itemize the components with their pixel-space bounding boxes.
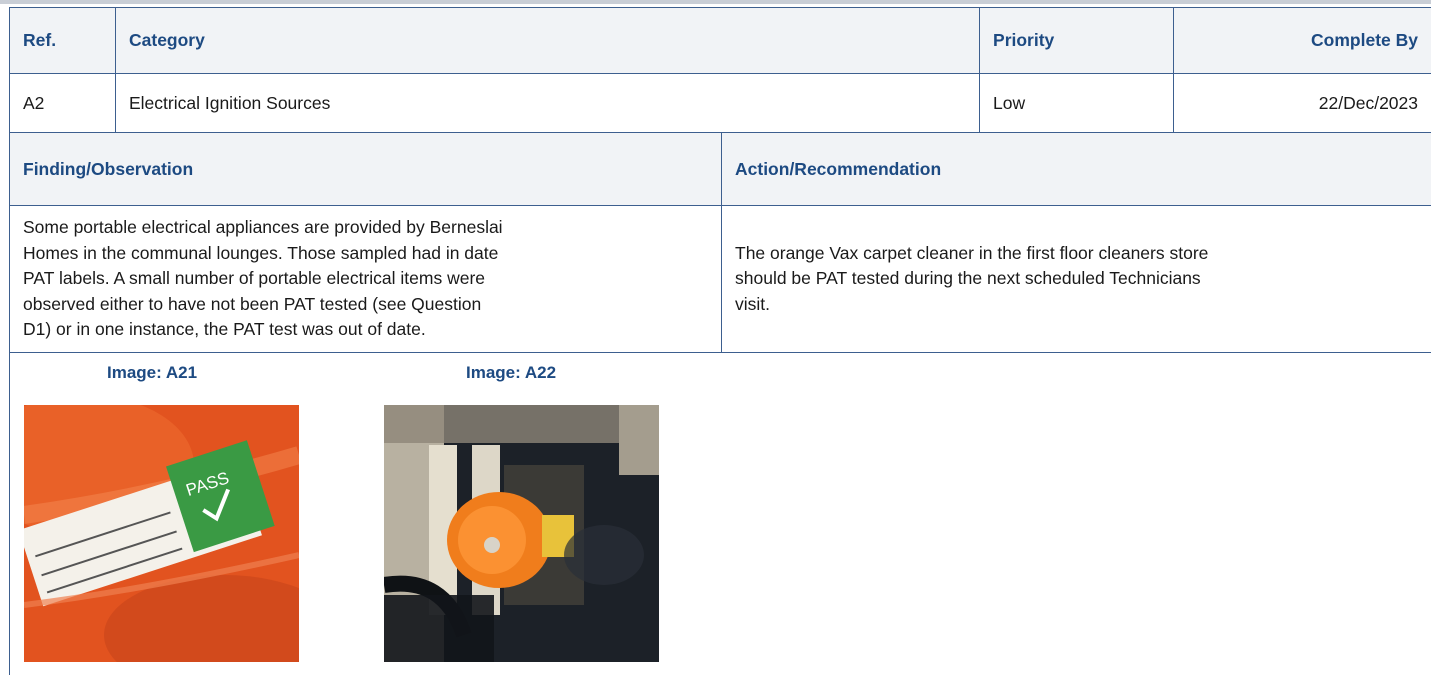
category-header: Category [114, 7, 981, 74]
finding-action-body-row: Some portable electrical appliances are … [9, 205, 1431, 353]
action-text: The orange Vax carpet cleaner in the fir… [720, 205, 1431, 353]
photo-a22-vax-cleaner[interactable] [384, 405, 659, 662]
action-header: Action/Recommendation [720, 132, 1431, 206]
action-line: The orange Vax carpet cleaner in the fir… [735, 242, 1209, 263]
category-value: Electrical Ignition Sources [114, 73, 981, 133]
finding-line: Homes in the communal lounges. Those sam… [23, 242, 499, 263]
finding-line: observed either to have not been PAT tes… [23, 293, 482, 314]
photo-a21-pat-label[interactable]: PASS [24, 405, 299, 662]
action-item-table: Ref. Category Priority Complete By A2 El… [9, 7, 1431, 353]
finding-line: D1) or in one instance, the PAT test was… [23, 319, 426, 340]
priority-header: Priority [979, 7, 1174, 74]
complete-by-value: 22/Dec/2023 [1173, 73, 1431, 133]
action-line: visit. [735, 293, 770, 314]
priority-value: Low [979, 73, 1174, 133]
finding-header: Finding/Observation [9, 132, 722, 206]
action-line: should be PAT tested during the next sch… [735, 268, 1201, 289]
finding-line: Some portable electrical appliances are … [23, 217, 503, 238]
image-caption-a21: Image: A21 [107, 363, 198, 382]
ref-value: A2 [9, 73, 116, 133]
header-row: Ref. Category Priority Complete By [9, 7, 1431, 74]
priority-header-label: Priority [993, 30, 1055, 50]
complete-by-header: Complete By [1173, 7, 1431, 74]
images-section: Image: A21 Image: A22 PASS [9, 340, 1431, 675]
finding-line: PAT labels. A small number of portable e… [23, 268, 486, 289]
top-border [0, 0, 1431, 4]
ref-header: Ref. [9, 7, 116, 74]
item-row: A2 Electrical Ignition Sources Low 22/De… [9, 73, 1431, 133]
finding-action-header-row: Finding/Observation Action/Recommendatio… [9, 132, 1431, 206]
finding-text: Some portable electrical appliances are … [9, 205, 722, 353]
image-caption-a22: Image: A22 [466, 363, 557, 382]
